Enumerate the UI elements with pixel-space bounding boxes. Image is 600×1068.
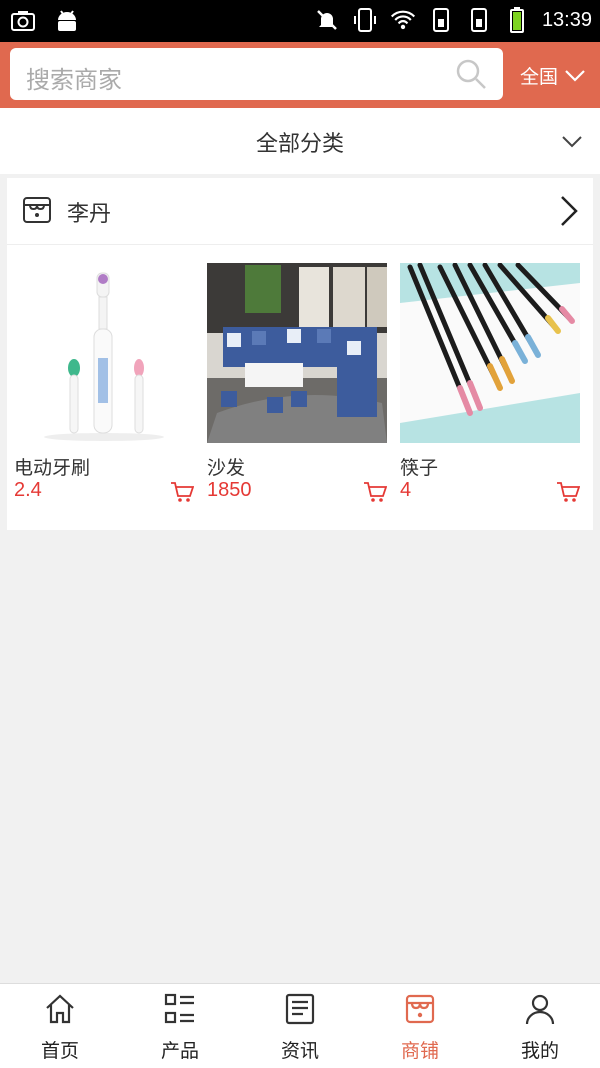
home-icon bbox=[46, 994, 74, 1024]
user-icon bbox=[525, 994, 555, 1025]
product-name: 电动牙刷 bbox=[14, 457, 91, 479]
screenshot-icon bbox=[10, 7, 36, 35]
search-input[interactable]: 搜索商家 bbox=[26, 60, 122, 95]
sim1-icon bbox=[428, 6, 454, 34]
wifi-icon bbox=[390, 6, 416, 34]
nav-label: 首页 bbox=[40, 1040, 79, 1062]
nav-label: 产品 bbox=[160, 1040, 199, 1062]
product-card[interactable]: 筷子 4 bbox=[400, 263, 580, 528]
battery-icon bbox=[504, 6, 530, 34]
nav-label: 资讯 bbox=[280, 1040, 319, 1062]
product-card[interactable]: 电动牙刷 2.4 bbox=[14, 263, 194, 528]
vibrate-icon bbox=[352, 6, 378, 34]
search-bar[interactable]: 搜索商家 bbox=[10, 48, 503, 100]
product-name: 沙发 bbox=[207, 457, 246, 479]
region-label: 全国 bbox=[520, 66, 559, 88]
clock: 13:39 bbox=[541, 8, 592, 31]
chevron-down-icon bbox=[565, 69, 585, 82]
shop-card: 李丹 电动牙刷 2.4 沙发 1850 筷子 4 bbox=[7, 178, 593, 530]
category-label: 全部分类 bbox=[255, 132, 344, 157]
shop-name: 李丹 bbox=[67, 202, 112, 227]
product-image-chopsticks[interactable] bbox=[400, 263, 580, 443]
android-icon bbox=[54, 7, 80, 35]
chevron-down-icon bbox=[562, 136, 582, 148]
product-image-toothbrush[interactable] bbox=[14, 263, 194, 443]
product-name: 筷子 bbox=[400, 457, 439, 479]
cart-icon[interactable] bbox=[556, 481, 580, 503]
sim2-icon bbox=[466, 6, 492, 34]
store-icon bbox=[23, 197, 51, 223]
nav-item-products[interactable]: 产品 bbox=[120, 984, 240, 1068]
nav-label: 我的 bbox=[520, 1040, 559, 1062]
nav-label: 商铺 bbox=[400, 1040, 439, 1062]
nav-item-stores[interactable]: 商铺 bbox=[360, 984, 480, 1068]
search-icon[interactable] bbox=[455, 58, 487, 90]
bottom-nav: 首页 产品 资讯 商铺 我的 bbox=[0, 983, 600, 1068]
product-price: 1850 bbox=[207, 479, 252, 501]
header: 搜索商家 全国 bbox=[0, 42, 600, 108]
nav-item-news[interactable]: 资讯 bbox=[240, 984, 360, 1068]
nav-item-profile[interactable]: 我的 bbox=[480, 984, 600, 1068]
product-price: 2.4 bbox=[14, 479, 42, 501]
list-icon bbox=[164, 993, 194, 1024]
product-card[interactable]: 沙发 1850 bbox=[207, 263, 387, 528]
status-bar: 13:39 bbox=[0, 0, 600, 42]
store-icon bbox=[405, 994, 435, 1024]
nav-item-home[interactable]: 首页 bbox=[0, 984, 120, 1068]
region-selector[interactable]: 全国 bbox=[520, 62, 586, 89]
product-image-sofa[interactable] bbox=[207, 263, 387, 443]
chevron-right-icon[interactable] bbox=[557, 194, 581, 228]
cart-icon[interactable] bbox=[170, 481, 194, 503]
mute-icon bbox=[314, 6, 340, 34]
category-filter[interactable]: 全部分类 bbox=[0, 108, 600, 174]
product-price: 4 bbox=[400, 479, 412, 501]
shop-header[interactable]: 李丹 bbox=[7, 178, 593, 245]
cart-icon[interactable] bbox=[363, 481, 387, 503]
news-icon bbox=[285, 993, 315, 1025]
